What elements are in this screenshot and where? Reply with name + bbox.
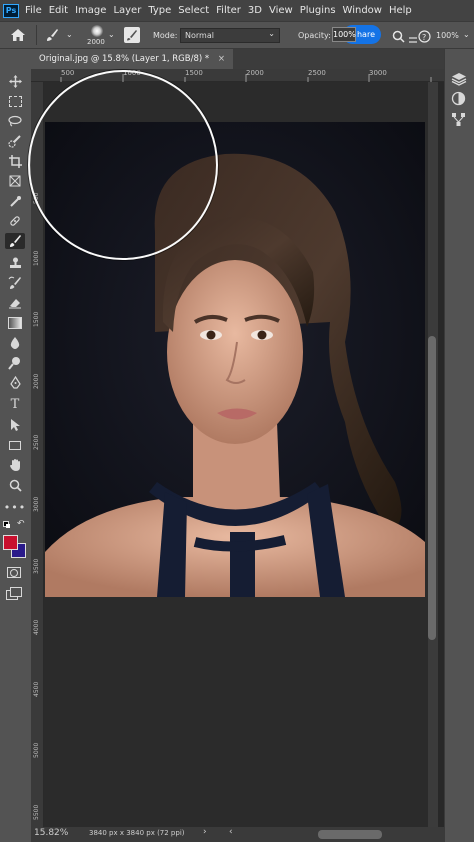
menu-view[interactable]: View	[269, 5, 293, 16]
chevron-down-icon: ⌄	[268, 29, 275, 38]
flow-settings-icon[interactable]	[408, 30, 418, 43]
photoshop-logo[interactable]: Ps	[3, 3, 19, 18]
type-icon[interactable]: T	[5, 396, 25, 412]
mode-value: Normal	[185, 31, 214, 40]
horizontal-scrollbar-thumb[interactable]	[318, 830, 382, 839]
ruler-label: 2000	[33, 373, 40, 389]
svg-text:?: ?	[422, 33, 426, 42]
ruler-label: 3000	[33, 496, 40, 512]
blur-icon[interactable]	[5, 335, 25, 351]
ruler-label: 3000	[369, 69, 387, 77]
opacity-field[interactable]: 100%	[332, 27, 356, 42]
mode-label: Mode:	[153, 31, 178, 40]
menu-filter[interactable]: Filter	[216, 5, 241, 16]
channels-panel-icon[interactable]	[451, 112, 467, 128]
menu-window[interactable]: Window	[343, 5, 382, 16]
close-icon[interactable]: ×	[218, 54, 225, 64]
eyedropper-icon[interactable]	[5, 193, 25, 209]
ruler-label: 4500	[33, 681, 40, 697]
menu-edit[interactable]: Edit	[49, 5, 68, 16]
gradient-icon[interactable]	[5, 315, 25, 331]
zoom-icon[interactable]	[5, 477, 25, 493]
tools-panel: T ••• ↶	[0, 69, 31, 842]
menu-plugins[interactable]: Plugins	[300, 5, 336, 16]
menu-3d[interactable]: 3D	[248, 5, 262, 16]
document-tab-bar: Original.jpg @ 15.8% (Layer 1, RGB/8) * …	[31, 49, 474, 69]
document-tab[interactable]: Original.jpg @ 15.8% (Layer 1, RGB/8) * …	[31, 49, 233, 69]
right-panel-dock	[444, 49, 474, 842]
default-colors-icon[interactable]	[3, 521, 10, 528]
foreground-color-swatch[interactable]	[3, 535, 18, 550]
healing-icon[interactable]	[5, 213, 25, 229]
move-icon[interactable]	[5, 73, 25, 89]
help-icon[interactable]: ?	[418, 28, 432, 43]
home-icon[interactable]	[10, 27, 28, 43]
brush-cursor	[28, 70, 218, 260]
screen-mode-icon[interactable]	[6, 587, 22, 600]
quick-select-icon[interactable]	[5, 133, 25, 149]
menu-file[interactable]: File	[25, 5, 42, 16]
vertical-scrollbar-thumb[interactable]	[428, 336, 436, 640]
zoom-value[interactable]: 100%	[436, 31, 459, 40]
adjustments-panel-icon[interactable]	[451, 91, 467, 107]
mode-select[interactable]: Normal ⌄	[180, 28, 280, 43]
more-icon[interactable]: •••	[4, 499, 25, 515]
brush-size-value: 2000	[87, 38, 105, 46]
menu-image[interactable]: Image	[75, 5, 106, 16]
chevron-down-icon[interactable]: ⌄	[108, 30, 115, 39]
search-icon[interactable]	[392, 28, 406, 43]
ruler-label: 2500	[33, 434, 40, 450]
ruler-label: 5500	[33, 804, 40, 820]
lasso-icon[interactable]	[5, 113, 25, 129]
ruler-label: 2500	[308, 69, 326, 77]
dodge-icon[interactable]	[5, 355, 25, 371]
stamp-icon[interactable]	[5, 255, 25, 271]
marquee-icon[interactable]	[5, 93, 25, 109]
menu-help[interactable]: Help	[389, 5, 412, 16]
eraser-icon[interactable]	[5, 295, 25, 311]
history-brush-icon[interactable]	[5, 275, 25, 291]
document-tab-title: Original.jpg @ 15.8% (Layer 1, RGB/8) *	[39, 54, 210, 64]
document-info[interactable]: 3840 px x 3840 px (72 ppi)	[89, 829, 185, 837]
layers-panel-icon[interactable]	[451, 71, 469, 87]
path-select-icon[interactable]	[5, 417, 25, 433]
crop-icon[interactable]	[5, 153, 25, 169]
menu-layer[interactable]: Layer	[113, 5, 141, 16]
ruler-label: 1500	[33, 311, 40, 327]
quick-mask-icon[interactable]	[7, 567, 21, 578]
chevron-down-icon[interactable]: ⌄	[463, 30, 470, 39]
brush-tool-icon[interactable]	[44, 27, 62, 43]
frame-icon[interactable]	[5, 173, 25, 189]
ruler-label: 4000	[33, 619, 40, 635]
options-bar: ⌄ 2000 ⌄ Mode: Normal ⌄ Opacity: hare 10…	[0, 21, 474, 49]
ruler-label: 5000	[33, 742, 40, 758]
ruler-label: 500	[61, 69, 75, 77]
ruler-label: 3500	[33, 558, 40, 574]
rectangle-icon[interactable]	[5, 437, 25, 453]
swap-colors-icon[interactable]: ↶	[17, 519, 25, 529]
ruler-label: 1000	[33, 250, 40, 266]
pen-icon[interactable]	[5, 375, 25, 391]
brush-preset-picker[interactable]: 2000	[84, 23, 110, 48]
menu-type[interactable]: Type	[148, 5, 171, 16]
menu-bar: Ps File Edit Image Layer Type Select Fil…	[0, 0, 474, 21]
scroll-left-icon[interactable]: ‹	[229, 827, 233, 837]
chevron-down-icon[interactable]: ⌄	[66, 30, 73, 39]
ruler-label: 1500	[185, 69, 203, 77]
zoom-level[interactable]: 15.82%	[34, 828, 68, 838]
menu-select[interactable]: Select	[178, 5, 209, 16]
brush-settings-icon[interactable]	[124, 27, 140, 43]
hand-icon[interactable]	[5, 457, 25, 473]
chevron-right-icon[interactable]: ›	[203, 827, 207, 837]
opacity-label: Opacity:	[298, 31, 331, 40]
ruler-label: 2000	[246, 69, 264, 77]
status-bar: 15.82% 3840 px x 3840 px (72 ppi) › ‹	[31, 827, 444, 842]
brush-preview-icon	[91, 25, 103, 37]
brush-icon[interactable]	[5, 233, 25, 249]
